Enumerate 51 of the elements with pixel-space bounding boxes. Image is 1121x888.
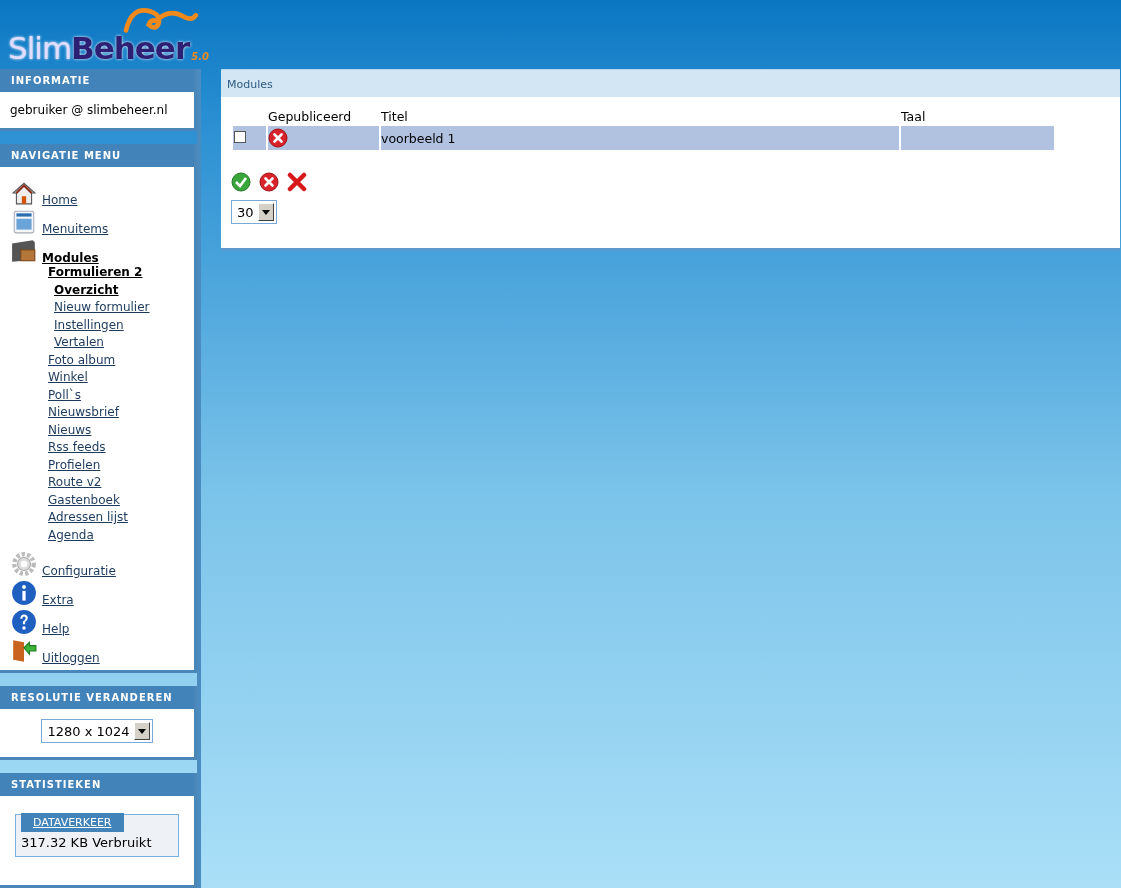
column-header: Taal — [901, 108, 927, 126]
user-label: gebruiker @ slimbeheer.nl — [10, 103, 168, 117]
door-arrow-icon — [11, 638, 37, 664]
nav-link[interactable]: Modules — [42, 251, 99, 265]
nav-link[interactable]: Rss feeds — [48, 440, 106, 454]
x-circle-icon[interactable] — [259, 172, 279, 192]
nav-link[interactable]: Configuratie — [42, 564, 116, 578]
panel-header: NAVIGATIE MENU — [0, 144, 194, 167]
resolution-select[interactable]: 1280 x 1024 — [41, 719, 153, 743]
page-size-select[interactable]: 30 — [231, 200, 277, 224]
nav-link[interactable]: Formulieren 2 — [48, 265, 143, 279]
nav-link[interactable]: Poll`s — [48, 387, 82, 402]
gear-icon — [11, 551, 37, 577]
data-traffic-link[interactable]: DATAVERKEER — [21, 813, 124, 832]
delete-icon[interactable] — [287, 172, 307, 192]
nav-link[interactable]: Uitloggen — [42, 651, 100, 665]
info-icon — [11, 580, 37, 606]
house-icon — [11, 180, 37, 206]
help-icon — [11, 609, 37, 635]
usage-label: 317.32 KB Verbruikt — [21, 835, 153, 850]
nav-link[interactable]: Vertalen — [54, 335, 104, 349]
nav-link[interactable]: Profielen — [48, 457, 101, 472]
nav-link[interactable]: Foto album — [48, 352, 116, 367]
nav-link[interactable]: Extra — [42, 593, 74, 607]
column-header: Gepubliceerd — [268, 108, 353, 126]
folder-box-icon — [11, 238, 37, 264]
check-circle-icon[interactable] — [231, 172, 251, 192]
nav-link[interactable]: Overzicht — [54, 282, 119, 297]
nav-link[interactable]: Help — [42, 622, 70, 636]
row-checkbox[interactable] — [234, 130, 246, 143]
nav-link[interactable]: Adressen lijst — [48, 510, 128, 524]
logo-text: SlimBeheer — [8, 33, 190, 64]
x-circle-icon[interactable] — [268, 128, 288, 148]
nav-link[interactable]: Nieuwsbrief — [48, 405, 119, 419]
panel-header: STATISTIEKEN — [0, 773, 194, 796]
nav-link[interactable]: Home — [42, 193, 78, 207]
nav-link[interactable]: Agenda — [48, 527, 94, 542]
panel-header: RESOLUTIE VERANDEREN — [0, 686, 194, 709]
nav-link[interactable]: Winkel — [48, 370, 88, 384]
nav-link[interactable]: Instellingen — [54, 317, 124, 332]
column-header: Titel — [381, 108, 409, 126]
table-cell: voorbeeld 1 — [381, 126, 899, 150]
nav-link[interactable]: Nieuws — [48, 422, 92, 437]
version-label: 5.0 — [191, 51, 209, 62]
nav-link[interactable]: Route v2 — [48, 475, 102, 489]
window-icon — [11, 209, 37, 235]
nav-link[interactable]: Gastenboek — [48, 492, 120, 507]
nav-link[interactable]: Menuitems — [42, 222, 109, 236]
panel-title: Modules — [221, 69, 1120, 97]
nav-link[interactable]: Nieuw formulier — [54, 300, 150, 314]
panel-header: INFORMATIE — [0, 69, 194, 92]
